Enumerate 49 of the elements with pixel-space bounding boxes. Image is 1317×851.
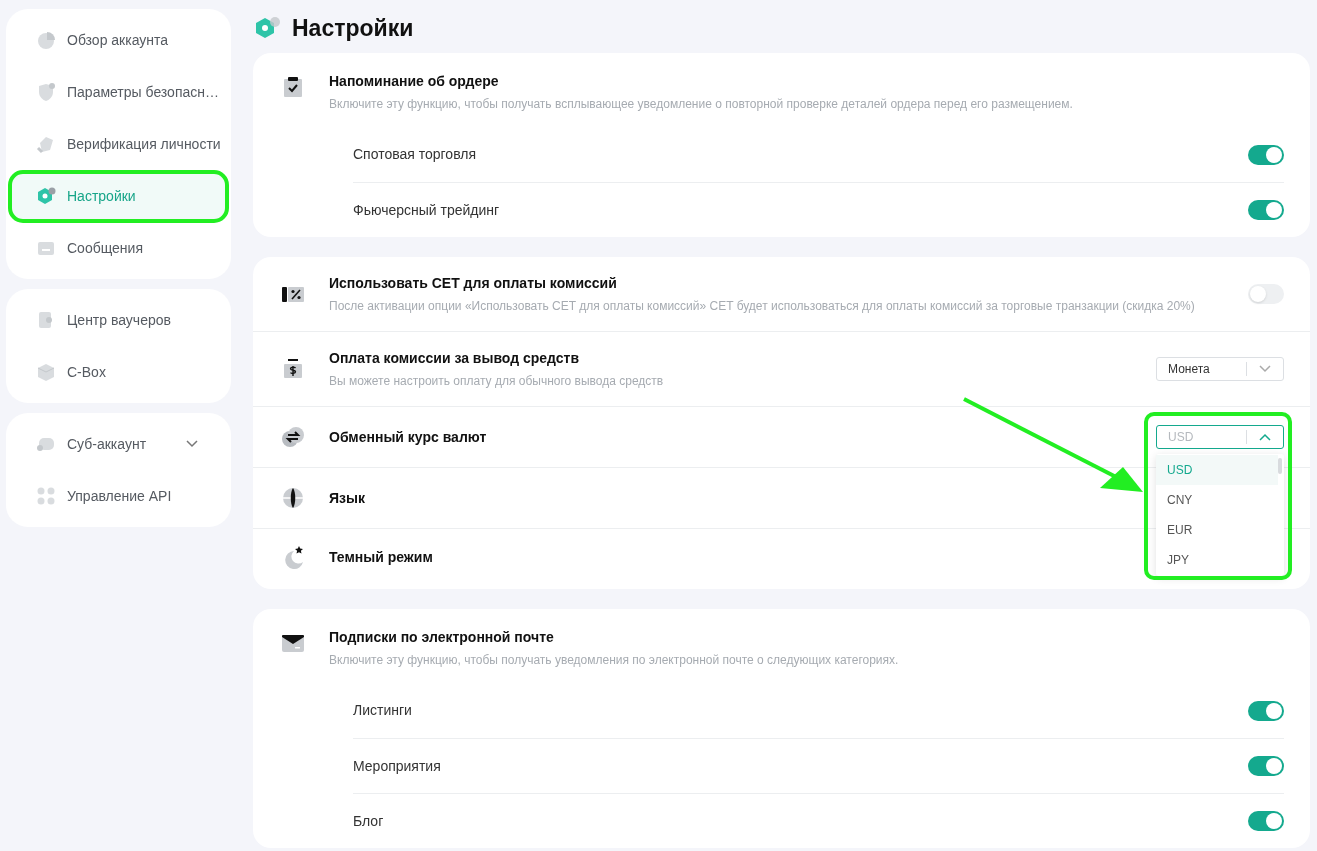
clipboard-check-icon xyxy=(281,75,305,99)
toggle-switch[interactable] xyxy=(1248,811,1284,831)
toggle-label: Фьючерсный трейдинг xyxy=(353,200,500,220)
sidebar-item[interactable]: Суб-аккаунт xyxy=(11,420,226,468)
toggle-label: Мероприятия xyxy=(353,756,441,776)
setting-title: Темный режим xyxy=(329,547,433,567)
toggle-label: Блог xyxy=(353,811,384,831)
setting-description: После активации опции «Использовать CET для оплаты комиссий» CET будет использоваться для оплаты комиссий за торговые транзакции (скидка 20%) xyxy=(329,298,1195,315)
setting-title: Язык xyxy=(329,488,365,508)
chevron-up-icon xyxy=(1259,433,1271,441)
dropdown-option[interactable]: JPY xyxy=(1156,545,1278,575)
toggle-switch[interactable] xyxy=(1248,756,1284,776)
toggle-switch[interactable] xyxy=(1248,200,1284,220)
sidebar-item[interactable]: Обзор аккаунта xyxy=(11,16,226,64)
hexagon-icon xyxy=(36,186,56,206)
globe-icon xyxy=(281,486,305,510)
setting-title: Обменный курс валют xyxy=(329,427,487,447)
setting-title: Оплата комиссии за вывод средств xyxy=(329,349,580,368)
hexagon-icon xyxy=(255,16,281,40)
toggle-label: Спотовая торговля xyxy=(353,145,477,164)
dropdown-option[interactable]: EUR xyxy=(1156,515,1278,545)
setting-title: Использовать CET для оплаты комиссий xyxy=(329,274,617,293)
sidebar-item[interactable]: Управление API xyxy=(11,472,226,520)
cube-icon xyxy=(36,362,56,382)
section-description: Включите эту функцию, чтобы получать всплывающее уведомление о повторной проверке деталей ордера перед его размещением. xyxy=(329,96,1073,113)
chevron-down-icon xyxy=(1259,365,1271,373)
section-title: Напоминание об ордере xyxy=(329,72,500,91)
exchange-arrows-icon xyxy=(281,425,305,449)
grid-icon xyxy=(36,486,56,506)
toggle-switch[interactable] xyxy=(1248,700,1284,721)
dropdown-option[interactable]: CNY xyxy=(1156,485,1278,515)
toggle-switch[interactable] xyxy=(1248,284,1284,304)
toggle-switch[interactable] xyxy=(1248,144,1284,165)
dollar-note-icon xyxy=(281,357,305,381)
shield-icon xyxy=(36,82,56,102)
toggle-label: Листинги xyxy=(353,701,412,720)
badge-icon xyxy=(36,134,56,154)
sidebar-item[interactable]: Сообщения xyxy=(11,224,226,272)
section-title: Подписки по электронной почте xyxy=(329,628,555,647)
chevron-down-icon xyxy=(186,440,198,448)
dropdown-select[interactable]: Монета xyxy=(1156,357,1284,381)
page-title: Настройки xyxy=(292,13,414,43)
section-description: Включите эту функцию, чтобы получать уведомления по электронной почте о следующих категориях. xyxy=(329,652,899,669)
sidebar-item[interactable]: Центр ваучеров xyxy=(11,296,226,344)
sidebar-item[interactable]: Параметры безопасн… xyxy=(11,68,226,116)
sidebar-item[interactable]: Верификация личности xyxy=(11,120,226,168)
setting-description: Вы можете настроить оплату для обычного вывода средств xyxy=(329,373,664,390)
sidebar-item[interactable]: C-Box xyxy=(11,348,226,396)
pie-chart-icon xyxy=(36,30,56,50)
